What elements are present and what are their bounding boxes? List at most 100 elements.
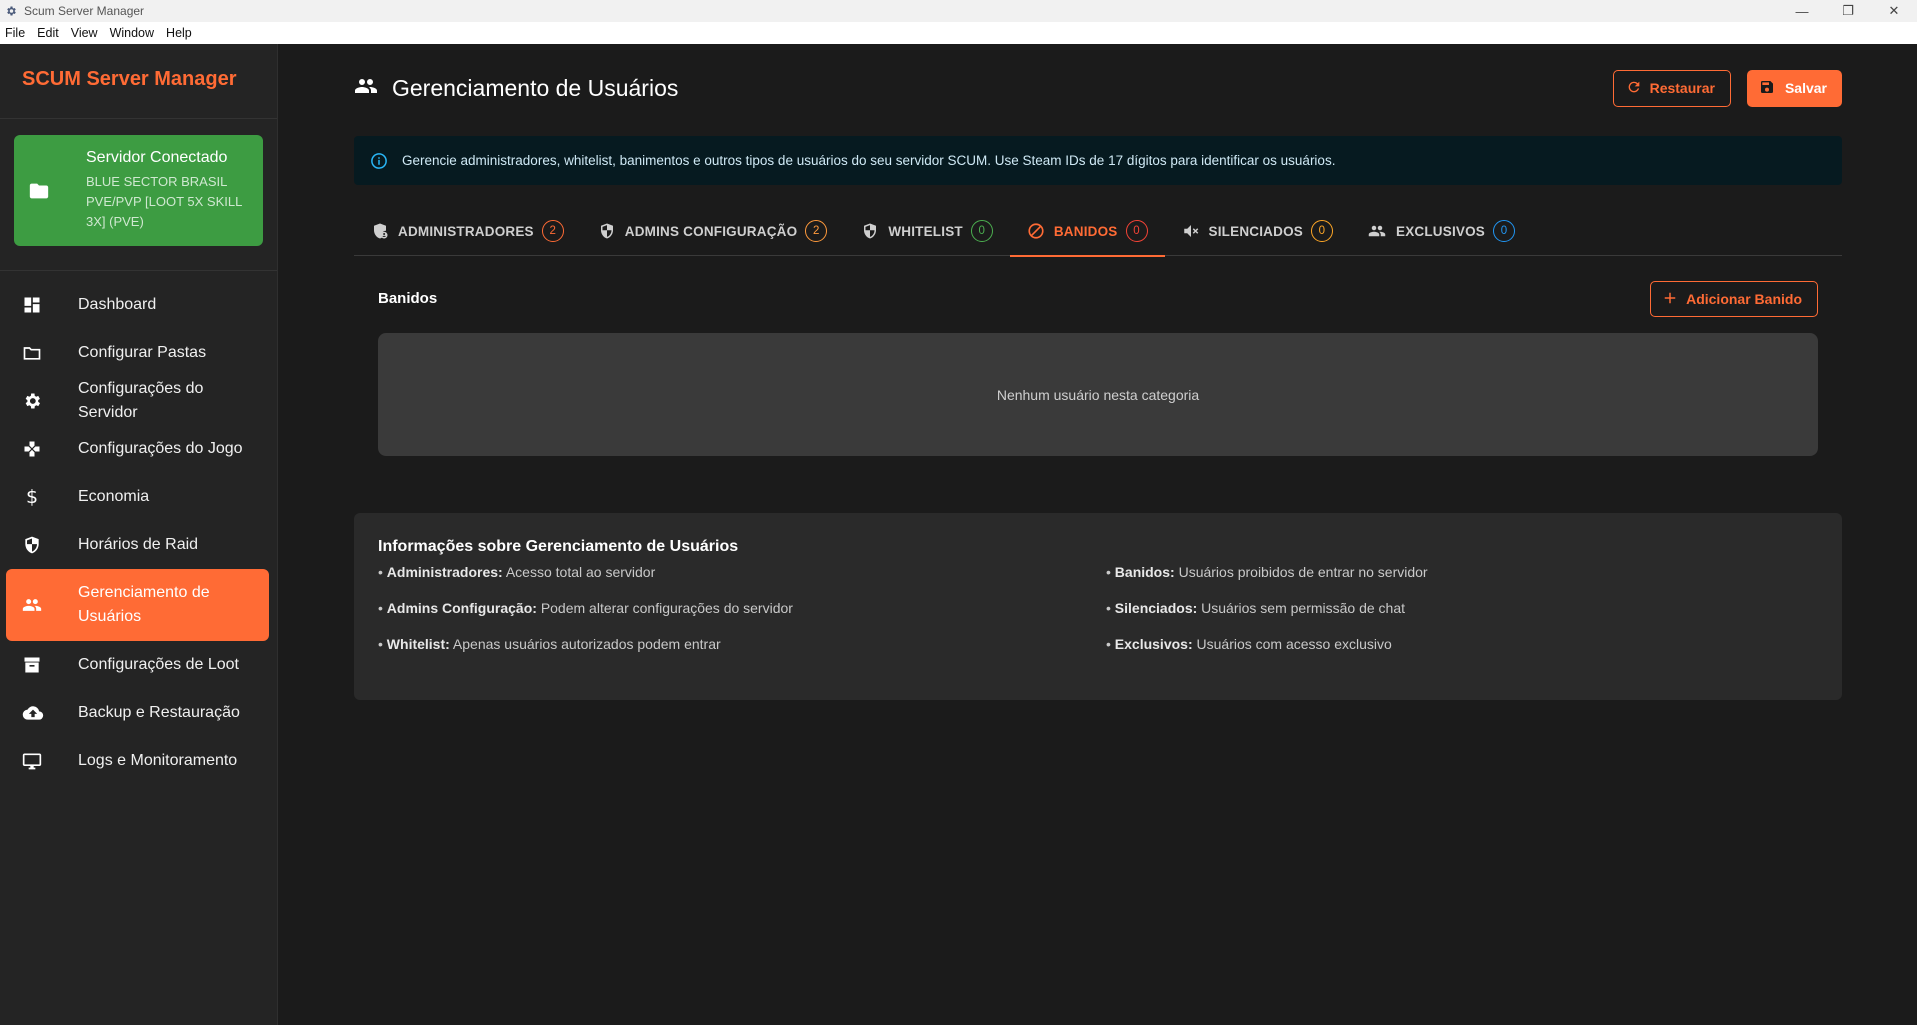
tab-administradores[interactable]: ADMINISTRADORES 2 [354, 206, 581, 256]
sidebar-item-label: Logs e Monitoramento [78, 752, 238, 769]
info-desc: Usuários sem permissão de chat [1201, 600, 1406, 616]
tab-silenciados[interactable]: SILENCIADOS 0 [1165, 206, 1350, 256]
people-icon [354, 74, 378, 103]
info-item: • Exclusivos: Usuários com acesso exclus… [1106, 632, 1806, 668]
info-item: • Whitelist: Apenas usuários autorizados… [378, 632, 1106, 668]
dollar-icon: $ [26, 486, 39, 508]
count-badge: 2 [805, 220, 828, 242]
menu-view[interactable]: View [66, 26, 105, 40]
menu-file[interactable]: File [0, 26, 32, 40]
tab-label: EXCLUSIVOS [1395, 223, 1486, 239]
server-name: BLUE SECTOR BRASIL PVE/PVP [LOOT 5X SKIL… [86, 174, 242, 229]
app-brand: SCUM Server Manager [0, 44, 277, 119]
sidebar-item-label: Gerenciamento de Usuários [78, 584, 210, 625]
count-badge: 0 [970, 220, 993, 242]
section-title: Banidos [378, 290, 438, 307]
monitor-icon [22, 751, 78, 771]
info-panel-title: Informações sobre Gerenciamento de Usuár… [378, 538, 739, 555]
user-category-tabs: ADMINISTRADORES 2 ADMINS CONFIGURAÇÃO 2 … [354, 206, 1842, 257]
window-title: Scum Server Manager [24, 4, 145, 18]
info-icon [370, 152, 388, 170]
shield-check-icon [861, 222, 879, 240]
info-desc: Usuários com acesso exclusivo [1196, 636, 1392, 652]
sidebar-item-economia[interactable]: $ Economia [6, 473, 269, 521]
bullet: • [1106, 564, 1111, 580]
archive-icon [22, 655, 78, 675]
server-status: Servidor Conectado [86, 149, 228, 166]
info-term: Exclusivos: [1114, 636, 1193, 652]
people-icon [22, 595, 78, 615]
gamepad-icon [22, 439, 78, 459]
sidebar-item-config-servidor[interactable]: Configurações do Servidor [6, 377, 269, 425]
info-item: • Silenciados: Usuários sem permissão de… [1106, 596, 1806, 632]
app-gear-icon [4, 4, 18, 18]
add-banned-button[interactable]: Adicionar Banido [1650, 281, 1818, 317]
cloud-upload-icon [22, 703, 78, 723]
info-term: Whitelist: [386, 636, 450, 652]
tab-label: ADMINISTRADORES [398, 223, 534, 239]
tab-admins-configuracao[interactable]: ADMINS CONFIGURAÇÃO 2 [581, 206, 845, 256]
sidebar-item-label: Configurar Pastas [78, 344, 207, 361]
refresh-icon [1626, 79, 1642, 98]
info-term: Administradores: [386, 564, 503, 580]
minimize-button[interactable]: — [1779, 0, 1825, 22]
info-desc: Acesso total ao servidor [505, 564, 656, 580]
dashboard-icon [22, 295, 78, 315]
people-icon [1367, 222, 1387, 240]
sidebar-item-configurar-pastas[interactable]: Configurar Pastas [6, 329, 269, 377]
menu-edit[interactable]: Edit [32, 26, 66, 40]
empty-state: Nenhum usuário nesta categoria [378, 333, 1818, 456]
sidebar-item-label: Configurações de Loot [78, 656, 239, 673]
page-header: Gerenciamento de Usuários Restaurar Salv… [354, 68, 1842, 108]
sidebar-item-dashboard[interactable]: Dashboard [6, 281, 269, 329]
tab-exclusivos[interactable]: EXCLUSIVOS 0 [1350, 206, 1532, 256]
save-button[interactable]: Salvar [1746, 69, 1842, 107]
sidebar-item-label: Economia [78, 488, 150, 505]
restore-button[interactable]: Restaurar [1612, 69, 1731, 107]
shield-half-icon [598, 222, 616, 240]
info-item: • Administradores: Acesso total ao servi… [378, 560, 1106, 596]
tab-label: BANIDOS [1053, 223, 1118, 239]
alert-text: Gerencie administradores, whitelist, ban… [402, 153, 1336, 168]
menu-help[interactable]: Help [161, 26, 199, 40]
bullet: • [378, 600, 383, 616]
count-badge: 0 [1310, 220, 1333, 242]
add-banned-label: Adicionar Banido [1686, 291, 1802, 307]
bullet: • [378, 636, 383, 652]
maximize-button[interactable]: ❐ [1825, 0, 1871, 22]
sidebar-item-config-loot[interactable]: Configurações de Loot [6, 641, 269, 689]
bullet: • [378, 564, 383, 580]
info-desc: Apenas usuários autorizados podem entrar [452, 636, 721, 652]
info-alert: Gerencie administradores, whitelist, ban… [354, 136, 1842, 185]
info-term: Silenciados: [1114, 600, 1198, 616]
menu-window[interactable]: Window [105, 26, 161, 40]
close-button[interactable]: ✕ [1871, 0, 1917, 22]
admin-shield-icon [371, 222, 389, 240]
sidebar-item-backup[interactable]: Backup e Restauração [6, 689, 269, 737]
tab-label: ADMINS CONFIGURAÇÃO [624, 223, 798, 239]
window-titlebar: Scum Server Manager — ❐ ✕ [0, 0, 1917, 22]
sidebar-item-label: Dashboard [78, 296, 157, 313]
folder-icon [22, 343, 78, 363]
sidebar-item-horarios-raid[interactable]: Horários de Raid [6, 521, 269, 569]
info-term: Banidos: [1114, 564, 1175, 580]
gear-icon [22, 391, 78, 411]
tab-label: SILENCIADOS [1208, 223, 1303, 239]
sidebar-nav: Dashboard Configurar Pastas Configuraçõe… [0, 271, 277, 785]
sidebar-item-logs[interactable]: Logs e Monitoramento [6, 737, 269, 785]
sidebar-item-label: Horários de Raid [78, 536, 199, 553]
tab-banidos[interactable]: BANIDOS 0 [1009, 206, 1165, 257]
info-item: • Admins Configuração: Podem alterar con… [378, 596, 1106, 632]
empty-state-text: Nenhum usuário nesta categoria [996, 386, 1200, 403]
menu-bar: File Edit View Window Help [0, 22, 1917, 44]
count-badge: 0 [1125, 220, 1148, 242]
sidebar-item-gerenciamento-usuarios[interactable]: Gerenciamento de Usuários [6, 569, 269, 641]
shield-icon [22, 535, 78, 555]
main-content: Gerenciamento de Usuários Restaurar Salv… [279, 44, 1917, 1025]
ban-icon [1027, 222, 1045, 240]
count-badge: 0 [1493, 220, 1516, 242]
restore-label: Restaurar [1649, 80, 1715, 96]
server-status-card[interactable]: Servidor Conectado BLUE SECTOR BRASIL PV… [14, 135, 263, 246]
tab-whitelist[interactable]: WHITELIST 0 [844, 206, 1010, 256]
sidebar-item-config-jogo[interactable]: Configurações do Jogo [6, 425, 269, 473]
